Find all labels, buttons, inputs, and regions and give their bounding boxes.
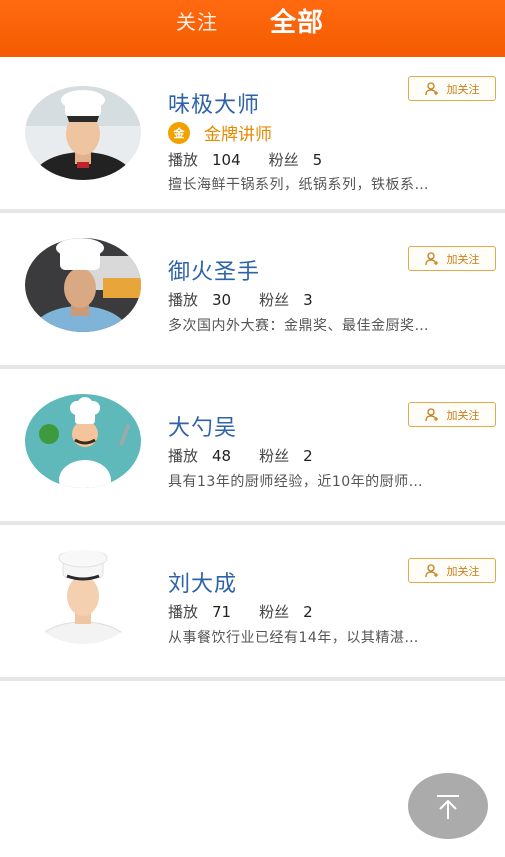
- chef-name[interactable]: 大勺吴: [168, 410, 237, 442]
- chef-name[interactable]: 刘大成: [168, 566, 237, 598]
- divider: [0, 677, 505, 681]
- user-plus-icon: [424, 563, 438, 577]
- plays-count: 48: [212, 447, 232, 465]
- tab-follow[interactable]: 关注: [176, 6, 218, 35]
- chef-avatar[interactable]: [25, 550, 141, 644]
- chef-description: 多次国内外大赛：金鼎奖、最佳金厨奖…: [168, 318, 429, 334]
- chef-name[interactable]: 御火圣手: [168, 254, 260, 286]
- chef-avatar[interactable]: [25, 394, 141, 488]
- tab-all[interactable]: 全部: [270, 2, 324, 39]
- fans-count: 2: [303, 447, 313, 465]
- chef-avatar[interactable]: [25, 238, 141, 332]
- back-to-top-button[interactable]: [408, 773, 488, 839]
- chef-name[interactable]: 味极大师: [168, 87, 260, 119]
- chef-description: 从事餐饮行业已经有14年，以其精湛…: [168, 630, 419, 646]
- follow-button[interactable]: 加关注: [408, 402, 496, 427]
- plays-count: 71: [212, 603, 232, 621]
- chef-photo-icon: [25, 550, 141, 644]
- chef-badge: 金 金牌讲师: [168, 120, 272, 145]
- top-tab-bar: 关注 全部: [0, 0, 505, 57]
- chef-cartoon-icon: [25, 394, 141, 488]
- plays-count: 104: [212, 151, 241, 169]
- follow-button[interactable]: 加关注: [408, 246, 496, 271]
- chef-stats: 播放 104 粉丝 5: [168, 149, 322, 170]
- chef-card[interactable]: 味极大师 金 金牌讲师 播放 104 粉丝 5 擅长海鲜干锅系列，纸锅系列，铁板系… …: [0, 57, 505, 209]
- chef-card[interactable]: 御火圣手 播放 30 粉丝 3 多次国内外大赛：金鼎奖、最佳金厨奖… 加关注: [0, 213, 505, 365]
- badge-label: 金牌讲师: [204, 125, 272, 145]
- follow-label: 加关注: [446, 408, 480, 422]
- user-plus-icon: [424, 407, 438, 421]
- fans-label: 粉丝: [268, 151, 299, 169]
- plays-label: 播放: [168, 151, 199, 169]
- chef-card[interactable]: 刘大成 播放 71 粉丝 2 从事餐饮行业已经有14年，以其精湛… 加关注: [0, 525, 505, 677]
- plays-label: 播放: [168, 291, 199, 309]
- plays-count: 30: [212, 291, 232, 309]
- follow-label: 加关注: [446, 564, 480, 578]
- follow-button[interactable]: 加关注: [408, 558, 496, 583]
- chef-photo-icon: [25, 86, 141, 180]
- plays-label: 播放: [168, 603, 199, 621]
- chef-description: 擅长海鲜干锅系列，纸锅系列，铁板系…: [168, 177, 429, 193]
- chef-card[interactable]: 大勺吴 播放 48 粉丝 2 具有13年的厨师经验，近10年的厨师… 加关注: [0, 369, 505, 521]
- fans-count: 2: [303, 603, 313, 621]
- follow-label: 加关注: [446, 82, 480, 96]
- gold-medal-icon: 金: [168, 121, 190, 144]
- fans-label: 粉丝: [259, 291, 290, 309]
- chef-avatar[interactable]: [25, 86, 141, 180]
- fans-label: 粉丝: [259, 603, 290, 621]
- fans-label: 粉丝: [259, 447, 290, 465]
- follow-button[interactable]: 加关注: [408, 76, 496, 101]
- chef-stats: 播放 30 粉丝 3: [168, 289, 313, 310]
- fans-count: 3: [303, 291, 313, 309]
- plays-label: 播放: [168, 447, 199, 465]
- user-plus-icon: [424, 81, 438, 95]
- fans-count: 5: [312, 151, 323, 169]
- chef-stats: 播放 48 粉丝 2: [168, 445, 313, 466]
- chef-stats: 播放 71 粉丝 2: [168, 601, 313, 622]
- chef-photo-icon: [25, 238, 141, 332]
- chef-description: 具有13年的厨师经验，近10年的厨师…: [168, 474, 424, 490]
- follow-label: 加关注: [446, 252, 480, 266]
- arrow-up-icon: [437, 795, 459, 819]
- user-plus-icon: [424, 251, 438, 265]
